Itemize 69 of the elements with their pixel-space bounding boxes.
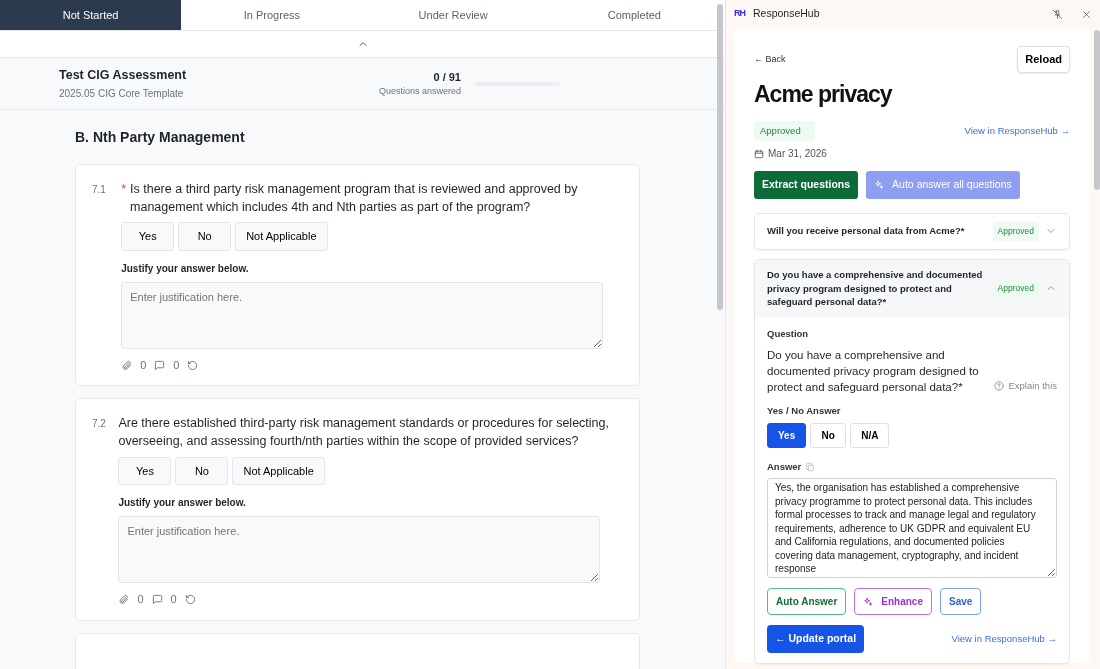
justification-field[interactable]: Enter justification here.	[118, 516, 601, 583]
auto-answer-button[interactable]: Auto Answer	[767, 588, 847, 616]
accordion-header[interactable]: Do you have a comprehensive and documented privacy program designed to protect and safeguard personal data?* Approved	[755, 259, 1069, 318]
accordion-question: Will you receive personal data from Acme?*	[767, 224, 966, 239]
comment-icon[interactable]	[151, 593, 163, 605]
answered-label: Questions answered	[378, 85, 461, 98]
answer-option[interactable]: Yes	[121, 222, 175, 251]
view-link[interactable]: View in ResponseHub →	[951, 631, 1057, 647]
copy-icon[interactable]	[805, 461, 816, 472]
assessment-title: Test CIG Assessment	[59, 66, 188, 84]
question-number: 7.2	[92, 417, 107, 432]
question-text: Is there a third party risk management program that is reviewed and approved by management which includes 4th and Nth parties as part of the program?	[130, 181, 579, 217]
sparkle-icon	[863, 596, 874, 607]
due-date: Mar 31, 2026	[768, 147, 827, 162]
assessment-subtitle: 2025.05 CIG Core Template	[59, 87, 185, 102]
calendar-icon	[754, 148, 764, 159]
sparkle-icon	[874, 180, 885, 191]
status-badge: Approved	[992, 222, 1039, 241]
answer-option[interactable]: Yes	[767, 422, 807, 448]
status-badge: Approved	[754, 121, 815, 142]
answer-option[interactable]: Yes	[118, 456, 172, 485]
answer-type-label: Yes / No Answer	[767, 403, 842, 418]
undo-icon[interactable]	[187, 359, 199, 371]
paperclip-icon[interactable]	[118, 593, 130, 605]
close-icon[interactable]	[1081, 8, 1092, 20]
answer-option[interactable]: No	[810, 422, 847, 448]
comment-count: 0	[170, 592, 177, 607]
answer-option[interactable]: No	[175, 456, 229, 485]
explain-link[interactable]: Explain this	[1008, 379, 1057, 394]
app-logo: RH	[734, 7, 745, 21]
required-mark: *	[121, 181, 127, 198]
justification-field[interactable]: Enter justification here.	[121, 281, 604, 349]
page-title: Acme privacy	[754, 79, 894, 109]
attachment-count: 0	[140, 357, 147, 373]
answer-option[interactable]: Not Applicable	[235, 222, 328, 251]
scrollbar-thumb[interactable]	[717, 4, 723, 310]
update-portal-button[interactable]: ← Update portal	[767, 625, 865, 653]
pin-off-icon[interactable]	[1052, 8, 1063, 20]
accordion-question: Do you have a comprehensive and documented privacy program designed to protect and safeguard personal data?*	[767, 267, 984, 310]
save-button[interactable]: Save	[940, 588, 982, 616]
question-label: Question	[767, 327, 810, 342]
undo-icon[interactable]	[184, 593, 196, 605]
help-icon	[994, 381, 1005, 392]
comment-icon[interactable]	[154, 359, 166, 371]
scrollbar-thumb[interactable]	[1094, 30, 1100, 190]
attachment-count: 0	[137, 592, 144, 607]
justify-label: Justify your answer below.	[118, 496, 247, 510]
question-number: 7.1	[92, 183, 107, 197]
tab[interactable]: Not Started	[0, 0, 182, 30]
reload-button[interactable]: Reload	[1017, 46, 1070, 73]
answer-option[interactable]: N/A	[850, 422, 890, 448]
paperclip-icon[interactable]	[121, 359, 133, 371]
question-text: Are there established third-party risk management standards or procedures for selecting, overseeing, and assessing fourth/nth parties within the scope of provided services?	[118, 415, 610, 451]
answer-field[interactable]: Yes, the organisation has established a comprehensive privacy programme to protect personal data. This includes formal processes to track and manage legal and regulatory requirements, adherence to UK GDPR and equivalent EU and California regulations, and documented policies covering data management, cryptography, and incident response	[767, 478, 1057, 579]
view-link[interactable]: View in ResponseHub →	[964, 124, 1070, 139]
back-link[interactable]: ← Back	[754, 52, 786, 66]
answered-count: 0 / 91	[432, 69, 461, 85]
app-name: ResponseHub	[753, 6, 821, 22]
status-badge: Approved	[992, 279, 1039, 298]
answer-label: Answer	[767, 459, 802, 474]
section-title: B. Nth Party Management	[75, 128, 246, 147]
enhance-button[interactable]: Enhance	[854, 588, 932, 616]
answer-option[interactable]: No	[178, 222, 232, 251]
extract-button[interactable]: Extract questions	[754, 171, 859, 199]
answer-option[interactable]: Not Applicable	[232, 456, 325, 485]
comment-count: 0	[173, 357, 180, 373]
accordion-header[interactable]: Will you receive personal data from Acme?* Approved	[755, 214, 1069, 249]
question-text: Do you have a comprehensive and documented privacy program designed to protect and safeguard personal data?*	[767, 348, 980, 396]
justify-label: Justify your answer below.	[121, 261, 250, 276]
